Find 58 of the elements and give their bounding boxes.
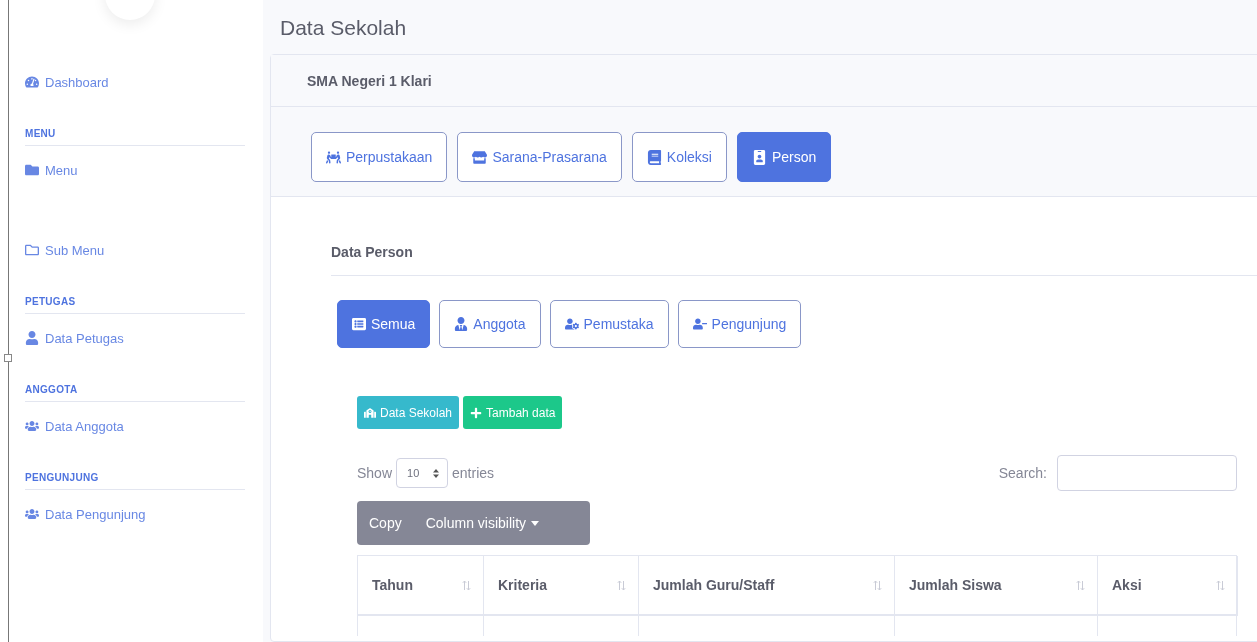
show-label: Show bbox=[357, 465, 393, 481]
store-icon bbox=[472, 149, 488, 165]
column-header[interactable]: Aksi bbox=[1098, 556, 1238, 616]
card-title: SMA Negeri 1 Klari bbox=[307, 72, 432, 89]
sort-caret-icon bbox=[433, 468, 440, 478]
tab[interactable]: Person bbox=[736, 132, 832, 182]
column-header[interactable]: Kriteria bbox=[484, 556, 639, 616]
entries-select[interactable]: 10 bbox=[396, 458, 449, 488]
user-icon bbox=[454, 317, 469, 331]
tab[interactable]: Pemustaka bbox=[549, 300, 669, 348]
user-gear-icon bbox=[564, 317, 579, 331]
column-header[interactable]: Tahun bbox=[358, 556, 484, 616]
tab[interactable]: Sarana-Prasarana bbox=[457, 132, 622, 182]
users-icon bbox=[25, 507, 39, 521]
tab[interactable]: Perpustakaan bbox=[311, 132, 448, 182]
caret-icon bbox=[531, 520, 540, 526]
sidebar-heading: ANGGOTA bbox=[25, 384, 245, 402]
page-title: Data Sekolah bbox=[280, 16, 408, 40]
sort-icon bbox=[617, 579, 626, 591]
sidebar-link[interactable]: Data Anggota bbox=[25, 402, 245, 450]
sort-icon bbox=[1216, 579, 1225, 591]
sidebar-heading: MENU bbox=[25, 128, 245, 146]
plus-icon bbox=[470, 406, 483, 419]
sidebar-link[interactable]: Data Petugas bbox=[25, 314, 245, 362]
search-field[interactable] bbox=[1057, 455, 1237, 491]
tab[interactable]: Pengunjung bbox=[677, 300, 802, 348]
sort-icon bbox=[462, 579, 471, 591]
user-minus-icon bbox=[692, 317, 707, 331]
tab[interactable]: Semua bbox=[337, 300, 431, 348]
search-label: Search: bbox=[998, 465, 1047, 481]
resize-handle[interactable] bbox=[4, 354, 12, 362]
dropdown-button[interactable]: Column visibility bbox=[413, 501, 552, 545]
list-icon bbox=[352, 317, 366, 331]
section-title: Data Person bbox=[331, 244, 413, 260]
people-carrying-icon bbox=[326, 149, 341, 165]
dashboard-icon bbox=[25, 75, 39, 89]
sidebar-heading: PETUGAS bbox=[25, 296, 245, 314]
sidebar-link[interactable]: Dashboard bbox=[25, 58, 245, 106]
users-icon bbox=[25, 419, 39, 433]
copy-button[interactable]: Copy bbox=[357, 501, 414, 545]
school-icon bbox=[364, 406, 376, 419]
user-icon bbox=[25, 331, 39, 345]
sidebar-link[interactable]: Data Pengunjung bbox=[25, 490, 245, 538]
sidebar-link[interactable]: Menu bbox=[25, 146, 245, 194]
folder-outline-icon bbox=[25, 243, 39, 257]
id-badge-icon bbox=[751, 149, 767, 165]
sort-icon bbox=[1076, 579, 1085, 591]
entries-label: entries bbox=[452, 465, 495, 481]
sidebar-link[interactable]: Sub Menu bbox=[25, 226, 245, 274]
book-icon bbox=[646, 149, 662, 165]
sort-icon bbox=[873, 579, 882, 591]
tab[interactable]: Anggota bbox=[439, 300, 541, 348]
folder-icon bbox=[25, 163, 39, 177]
column-header[interactable]: Jumlah Guru/Staff bbox=[639, 556, 895, 616]
column-header[interactable]: Jumlah Siswa bbox=[895, 556, 1098, 616]
sidebar-heading: PENGUNJUNG bbox=[25, 472, 245, 490]
data-sekolah-button[interactable]: Data Sekolah bbox=[357, 396, 460, 429]
tab[interactable]: Koleksi bbox=[631, 132, 727, 182]
